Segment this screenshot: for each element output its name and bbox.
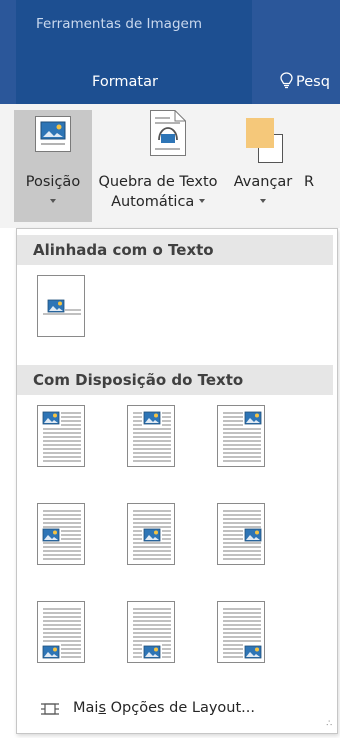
tell-me-search[interactable]: Pesq bbox=[280, 72, 330, 90]
bring-forward-label: Avançar bbox=[233, 174, 293, 190]
more-layout-options[interactable]: Mais Opções de Layout... bbox=[17, 691, 337, 727]
page-thumbnail-icon bbox=[217, 503, 265, 565]
bring-forward-button[interactable]: Avançar bbox=[224, 110, 302, 222]
page-thumbnail-icon bbox=[127, 503, 175, 565]
page-thumbnail-icon bbox=[127, 601, 175, 663]
chevron-down-icon bbox=[50, 199, 56, 203]
bring-forward-icon bbox=[246, 118, 283, 163]
option-position-top-right[interactable] bbox=[213, 403, 271, 471]
next-ribbon-button[interactable]: R bbox=[304, 110, 340, 222]
option-position-middle-right[interactable] bbox=[213, 501, 271, 569]
wrap-text-button[interactable]: Quebra de Texto Automática bbox=[94, 110, 222, 222]
layout-options-icon bbox=[41, 703, 59, 715]
section-inline-header: Alinhada com o Texto bbox=[17, 235, 333, 265]
wrap-text-label-2: Automática bbox=[111, 194, 195, 210]
context-tab-group: Ferramentas de Imagem Formatar bbox=[16, 0, 252, 104]
option-position-bottom-right[interactable] bbox=[213, 599, 271, 667]
more-layout-options-label: Mais Opções de Layout... bbox=[73, 700, 256, 716]
position-button[interactable]: Posição bbox=[14, 110, 92, 222]
page-thumbnail-icon bbox=[37, 601, 85, 663]
option-inline-with-text[interactable] bbox=[33, 273, 91, 341]
tell-me-label: Pesq bbox=[296, 74, 330, 90]
option-position-bottom-center[interactable] bbox=[123, 599, 181, 667]
wrap-text-label-1: Quebra de Texto bbox=[98, 174, 218, 190]
page-thumbnail-icon bbox=[127, 405, 175, 467]
section-wrap-header: Com Disposição do Texto bbox=[17, 365, 333, 395]
page-thumbnail-icon bbox=[37, 503, 85, 565]
option-position-top-center[interactable] bbox=[123, 403, 181, 471]
tab-formatar[interactable]: Formatar bbox=[92, 74, 158, 90]
position-icon bbox=[35, 116, 71, 152]
option-position-middle-left[interactable] bbox=[33, 501, 91, 569]
chevron-down-icon bbox=[198, 199, 205, 203]
context-group-title: Ferramentas de Imagem bbox=[36, 16, 202, 32]
option-position-middle-center[interactable] bbox=[123, 501, 181, 569]
page-thumbnail-icon bbox=[217, 405, 265, 467]
inline-page-icon bbox=[37, 275, 85, 337]
resize-grip[interactable]: ∴ bbox=[326, 719, 332, 729]
option-position-top-left[interactable] bbox=[33, 403, 91, 471]
position-dropdown-menu: Alinhada com o Texto Com Disposição do T… bbox=[16, 228, 338, 734]
ribbon-body: Posição Quebra de Texto Automática Avanç… bbox=[0, 104, 340, 228]
ribbon-header: Ferramentas de Imagem Formatar Pesq bbox=[0, 0, 340, 104]
position-label: Posição bbox=[25, 174, 81, 190]
next-ribbon-label: R bbox=[304, 174, 315, 190]
page-thumbnail-icon bbox=[217, 601, 265, 663]
chevron-down-icon bbox=[260, 199, 266, 203]
option-position-bottom-left[interactable] bbox=[33, 599, 91, 667]
page-thumbnail-icon bbox=[37, 405, 85, 467]
wrap-text-icon bbox=[150, 110, 186, 156]
lightbulb-icon bbox=[280, 72, 293, 89]
ruler-fragment bbox=[0, 262, 16, 282]
